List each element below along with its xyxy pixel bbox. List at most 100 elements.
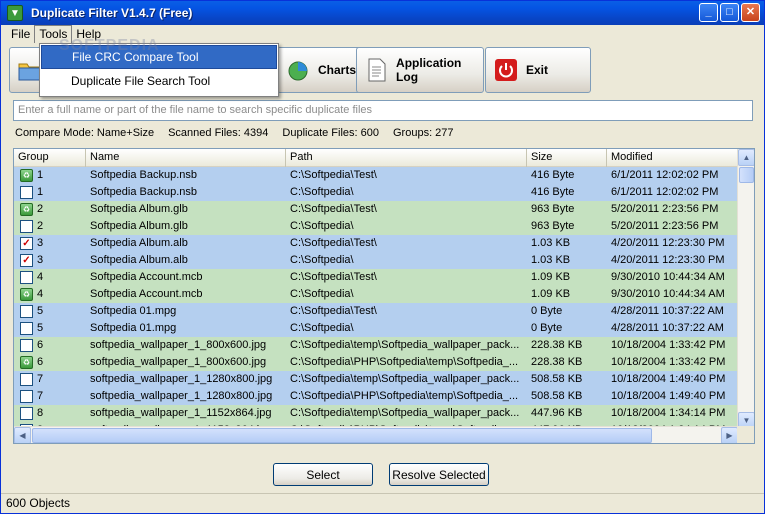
checkbox[interactable] [20, 305, 33, 318]
group-number: 5 [37, 305, 44, 317]
vertical-scroll-thumb[interactable] [739, 167, 754, 183]
table-row[interactable]: ✓ 3 Softpedia Album.alb C:\Softpedia\Test\ 1… [14, 235, 738, 252]
table-row[interactable]: 2 Softpedia Album.glb C:\Softpedia\ 963 Byt… [14, 218, 738, 235]
group-number: 6 [37, 356, 44, 368]
file-name-cell: softpedia_wallpaper_1_800x600.jpg [90, 339, 267, 351]
scroll-left-icon[interactable]: ◀ [14, 427, 31, 443]
compare-mode: Compare Mode: Name+Size [15, 127, 155, 139]
path-cell: C:\Softpedia\ [290, 220, 354, 232]
checked-checkbox[interactable]: ✓ [20, 254, 33, 267]
search-input[interactable]: Enter a full name or part of the file na… [13, 100, 753, 121]
table-row[interactable]: 5 Softpedia 01.mpg C:\Softpedia\Test\ 0 Byt… [14, 303, 738, 320]
modified-cell: 9/30/2010 10:44:34 AM [611, 288, 725, 300]
size-cell: 1.09 KB [531, 271, 571, 283]
checkbox[interactable] [20, 186, 33, 199]
table-row[interactable]: 6 softpedia_wallpaper_1_800x600.jpg C:\Sof… [14, 337, 738, 354]
size-cell: 963 Byte [531, 220, 575, 232]
size-cell: 228.38 KB [531, 339, 583, 351]
close-button[interactable]: ✕ [741, 3, 760, 22]
keep-file-icon[interactable]: ♻ [20, 288, 33, 301]
size-cell: 416 Byte [531, 186, 575, 198]
select-button[interactable]: Select [273, 463, 373, 486]
col-modified[interactable]: Modified [607, 149, 738, 167]
path-cell: C:\Softpedia\Test\ [290, 271, 377, 283]
maximize-button[interactable]: □ [720, 3, 739, 22]
file-name-cell: Softpedia Account.mcb [90, 288, 203, 300]
group-cell: ♻ 1 [14, 167, 86, 184]
table-row[interactable]: ♻ 4 Softpedia Account.mcb C:\Softpedia\ 1.09… [14, 286, 738, 303]
group-number: 4 [37, 271, 44, 283]
horizontal-scrollbar[interactable]: ◀ ▶ [14, 426, 738, 443]
col-group[interactable]: Group [14, 149, 86, 167]
menu-file[interactable]: File [7, 25, 34, 43]
checkbox[interactable] [20, 390, 33, 403]
keep-file-icon[interactable]: ♻ [20, 169, 33, 182]
checked-checkbox[interactable]: ✓ [20, 237, 33, 250]
group-number: 3 [37, 254, 44, 266]
table-row[interactable]: 1 Softpedia Backup.nsb C:\Softpedia\ 416 By… [14, 184, 738, 201]
checkbox[interactable] [20, 322, 33, 335]
application-log-button[interactable]: Application Log [356, 47, 484, 93]
size-cell: 1.03 KB [531, 254, 571, 266]
grid-header: Group Name Path Size Modified [14, 149, 738, 167]
keep-file-icon[interactable]: ♻ [20, 356, 33, 369]
checkbox[interactable] [20, 407, 33, 420]
path-cell: C:\Softpedia\Test\ [290, 169, 377, 181]
path-cell: C:\Softpedia\Test\ [290, 237, 377, 249]
file-name-cell: Softpedia Album.alb [90, 237, 188, 249]
path-cell: C:\Softpedia\Test\ [290, 203, 377, 215]
size-cell: 0 Byte [531, 305, 563, 317]
scroll-right-icon[interactable]: ▶ [721, 427, 738, 443]
stats-bar: Compare Mode: Name+Size Scanned Files: 4… [15, 127, 468, 141]
file-name-cell: softpedia_wallpaper_1_1280x800.jpg [90, 390, 273, 402]
title-bar[interactable]: ▼ Duplicate Filter V1.4.7 (Free) _ □ ✕ [1, 1, 764, 25]
horizontal-scroll-thumb[interactable] [32, 428, 652, 443]
checkbox[interactable] [20, 373, 33, 386]
table-row[interactable]: 7 softpedia_wallpaper_1_1280x800.jpg C:\So… [14, 371, 738, 388]
keep-file-icon[interactable]: ♻ [20, 203, 33, 216]
checkbox[interactable] [20, 220, 33, 233]
window-controls: _ □ ✕ [699, 3, 760, 22]
file-name-cell: softpedia_wallpaper_1_1152x864.jpg [90, 407, 272, 419]
resolve-selected-button[interactable]: Resolve Selected [389, 463, 489, 486]
group-cell: 1 [14, 184, 86, 201]
table-row[interactable]: 4 Softpedia Account.mcb C:\Softpedia\Test\… [14, 269, 738, 286]
group-cell: 2 [14, 218, 86, 235]
vertical-scrollbar[interactable]: ▲ ▼ [737, 149, 754, 429]
group-cell: 5 [14, 303, 86, 320]
table-row[interactable]: 8 softpedia_wallpaper_1_1152x864.jpg C:\So… [14, 405, 738, 422]
table-row[interactable]: 7 softpedia_wallpaper_1_1280x800.jpg C:\So… [14, 388, 738, 405]
modified-cell: 10/18/2004 1:49:40 PM [611, 390, 726, 402]
col-path[interactable]: Path [286, 149, 527, 167]
table-row[interactable]: ♻ 6 softpedia_wallpaper_1_800x600.jpg C:\So… [14, 354, 738, 371]
group-cell: ♻ 4 [14, 286, 86, 303]
col-size[interactable]: Size [527, 149, 607, 167]
scroll-up-icon[interactable]: ▲ [738, 149, 754, 166]
menu-item-duplicate-search[interactable]: Duplicate File Search Tool [41, 69, 277, 93]
modified-cell: 6/1/2011 12:02:02 PM [611, 169, 719, 181]
minimize-button[interactable]: _ [699, 3, 718, 22]
file-name-cell: Softpedia 01.mpg [90, 305, 177, 317]
table-row[interactable]: ♻ 1 Softpedia Backup.nsb C:\Softpedia\Test\… [14, 167, 738, 184]
file-name-cell: Softpedia Album.alb [90, 254, 188, 266]
group-cell: 7 [14, 371, 86, 388]
checkbox[interactable] [20, 271, 33, 284]
size-cell: 228.38 KB [531, 356, 583, 368]
modified-cell: 10/18/2004 1:33:42 PM [611, 356, 726, 368]
exit-button[interactable]: Exit [485, 47, 591, 93]
col-name[interactable]: Name [86, 149, 286, 167]
menu-tools[interactable]: Tools [34, 25, 73, 43]
group-cell: 8 [14, 405, 86, 422]
table-row[interactable]: ♻ 2 Softpedia Album.glb C:\Softpedia\Test\ 9… [14, 201, 738, 218]
application-log-label: Application Log [396, 56, 462, 84]
menu-help[interactable]: Help [72, 25, 105, 43]
file-name-cell: softpedia_wallpaper_1_800x600.jpg [90, 356, 267, 368]
table-row[interactable]: 5 Softpedia 01.mpg C:\Softpedia\ 0 Byte 4/28… [14, 320, 738, 337]
path-cell: C:\Softpedia\temp\Softpedia_wallpaper_pa… [290, 407, 520, 419]
menu-item-crc-compare[interactable]: File CRC Compare Tool [41, 45, 277, 69]
table-row[interactable]: ✓ 3 Softpedia Album.alb C:\Softpedia\ 1.03 K… [14, 252, 738, 269]
file-name-cell: Softpedia Album.glb [90, 203, 188, 215]
checkbox[interactable] [20, 339, 33, 352]
modified-cell: 6/1/2011 12:02:02 PM [611, 186, 719, 198]
charts-button[interactable]: Charts [277, 47, 361, 93]
